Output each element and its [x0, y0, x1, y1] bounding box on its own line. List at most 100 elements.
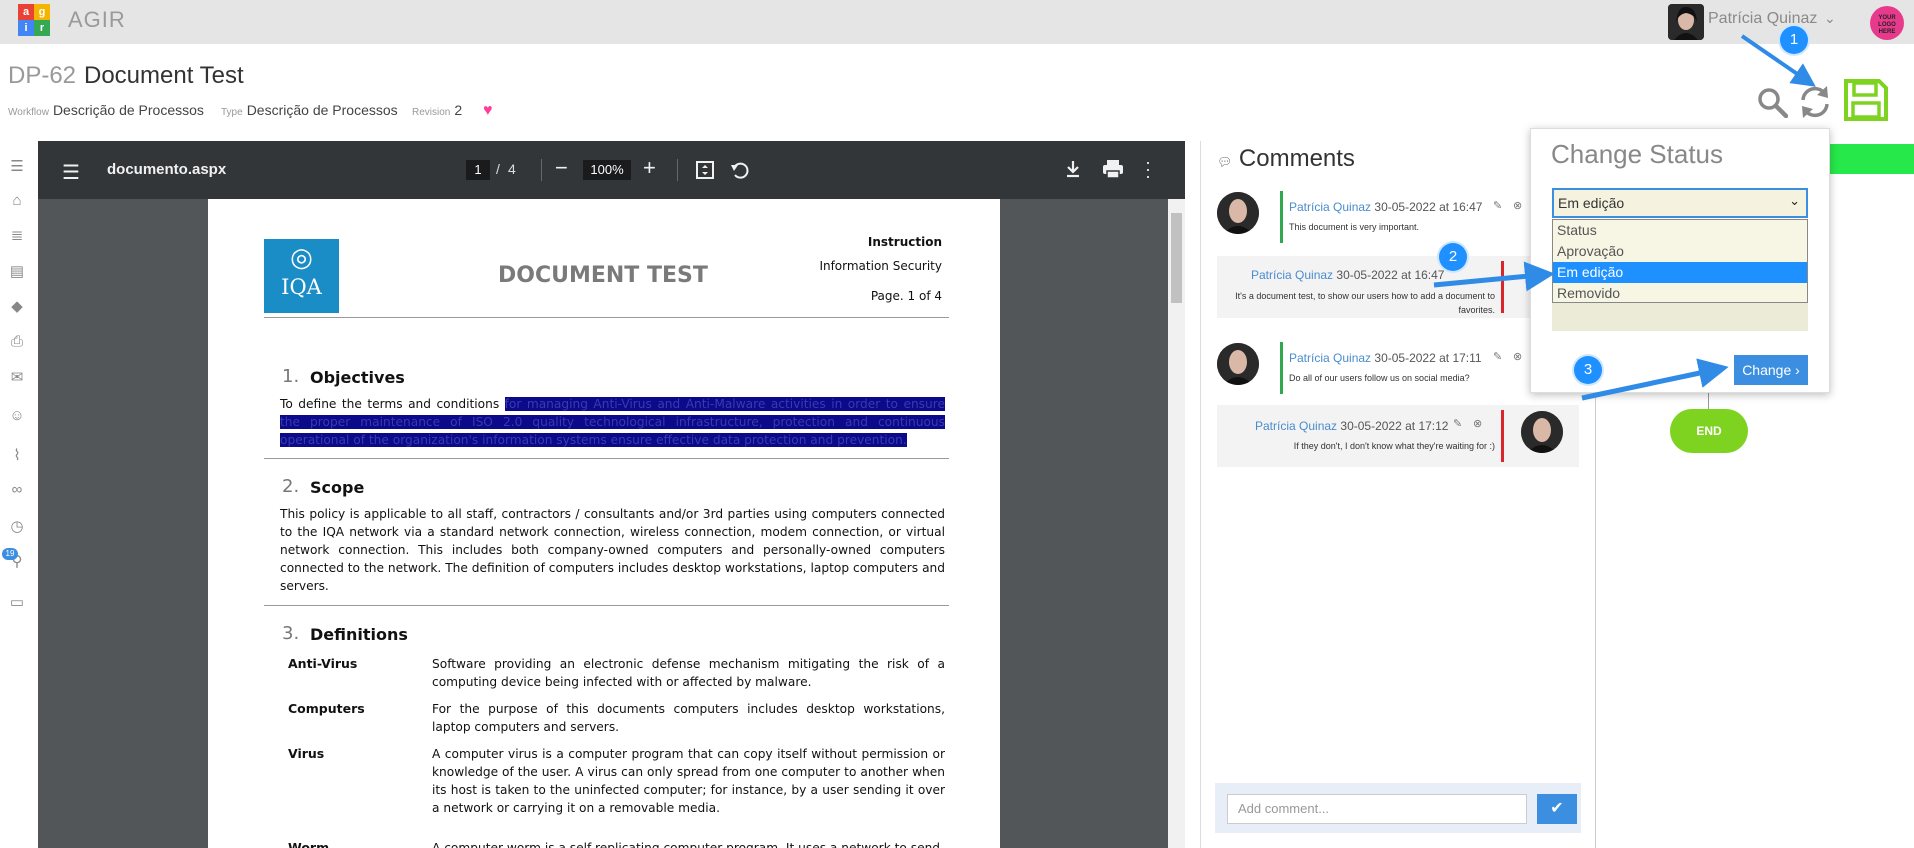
print-icon[interactable]: ⎙ — [9, 334, 25, 350]
comment-flag — [1501, 410, 1504, 462]
document-code: DP-62 — [8, 62, 77, 89]
edit-icon[interactable]: ✎ — [1453, 417, 1462, 430]
status-option[interactable]: Removido — [1553, 283, 1807, 304]
comment-meta: Patrícia Quinaz 30-05-2022 at 16:47 — [1251, 268, 1444, 282]
logo-letter: r — [34, 20, 50, 36]
status-options-list: Status Aprovação Em edição Removido — [1552, 219, 1808, 303]
comment-item: Patrícia Quinaz 30-05-2022 at 16:47 It's… — [1217, 256, 1579, 318]
objectives-text: To define the terms and conditions for m… — [280, 395, 945, 449]
header-page: Page. 1 of 4 — [870, 289, 942, 303]
delete-icon[interactable]: ⊗ — [1513, 199, 1522, 212]
edit-icon[interactable]: ✎ — [1493, 199, 1502, 212]
delete-icon[interactable]: ⊗ — [1513, 350, 1522, 363]
comment-input-area: Add comment... ✔ — [1215, 783, 1581, 833]
definition-term: Computers — [288, 701, 365, 716]
toolbar-divider — [541, 159, 542, 181]
chevron-down-icon: ⌄ — [1789, 193, 1800, 208]
logo-letter: g — [34, 4, 50, 20]
user-menu[interactable]: Patrícia Quinaz — [1708, 10, 1817, 28]
page-number-input[interactable]: 1 — [466, 160, 490, 180]
section-number: 2. — [282, 476, 300, 497]
viewer-scrollbar[interactable] — [1168, 199, 1185, 848]
comment-date: 30-05-2022 at 17:12 — [1340, 419, 1449, 433]
comment-author[interactable]: Patrícia Quinaz — [1289, 200, 1371, 214]
favorite-heart-icon[interactable]: ♥ — [483, 102, 493, 120]
zoom-in-icon[interactable]: + — [643, 155, 656, 181]
toolbar-divider — [677, 159, 678, 181]
comment-avatar — [1217, 343, 1259, 385]
change-button-label: Change — [1742, 362, 1792, 378]
add-comment-input[interactable]: Add comment... — [1227, 794, 1527, 824]
comment-author[interactable]: Patrícia Quinaz — [1255, 419, 1337, 433]
revision-label: Revision — [412, 107, 451, 118]
comment-date: 30-05-2022 at 16:47 — [1374, 200, 1483, 214]
type-label: Type — [221, 107, 243, 118]
zoom-out-icon[interactable]: − — [555, 155, 568, 181]
definition-text: For the purpose of this documents comput… — [432, 702, 945, 734]
refresh-icon[interactable] — [1797, 84, 1833, 120]
rotate-icon[interactable] — [729, 159, 751, 186]
comment-author[interactable]: Patrícia Quinaz — [1289, 351, 1371, 365]
scrollbar-thumb[interactable] — [1171, 213, 1182, 303]
list-icon[interactable]: ≣ — [9, 228, 25, 244]
more-options-icon[interactable]: · · · — [1144, 153, 1152, 185]
viewer-filename: documento.aspx — [107, 161, 227, 178]
logo-letter: i — [18, 20, 34, 36]
attachment-icon[interactable]: ⌇ — [9, 448, 25, 464]
header-category: Information Security — [819, 259, 942, 273]
download-icon[interactable] — [1063, 159, 1083, 184]
comment-avatar — [1217, 192, 1259, 234]
comment-author[interactable]: Patrícia Quinaz — [1251, 268, 1333, 282]
status-select[interactable]: Em edição ⌄ — [1552, 188, 1808, 218]
mail-icon[interactable]: ✉ — [9, 370, 25, 386]
section-number: 1. — [282, 366, 300, 387]
user-avatar[interactable] — [1668, 4, 1704, 40]
fit-page-icon[interactable] — [695, 160, 715, 185]
comment-date: 30-05-2022 at 17:11 — [1374, 351, 1482, 365]
annotation-badge-3: 3 — [1574, 356, 1602, 384]
workflow-label: Workflow — [8, 107, 49, 118]
home-icon[interactable]: ⌂ — [9, 193, 25, 209]
status-note-area[interactable] — [1552, 303, 1808, 331]
comment-meta: Patrícia Quinaz 30-05-2022 at 17:12 — [1255, 419, 1448, 433]
clock-icon[interactable]: ◷ — [9, 519, 25, 535]
print-icon[interactable] — [1102, 159, 1124, 184]
document-icon[interactable]: ▤ — [9, 264, 25, 280]
tag-icon[interactable]: ◆ — [9, 299, 25, 315]
zoom-level-input[interactable]: 100% — [583, 160, 631, 180]
status-selected-value: Em edição — [1558, 195, 1625, 211]
comment-flag — [1280, 342, 1283, 394]
status-option-selected[interactable]: Em edição — [1553, 262, 1807, 283]
header-instruction: Instruction — [867, 235, 942, 249]
archive-icon[interactable]: ▭ — [9, 595, 25, 611]
section-number: 3. — [282, 623, 300, 644]
comment-item: Patrícia Quinaz 30-05-2022 at 16:47 ✎ ⊗ … — [1217, 186, 1579, 248]
hamburger-menu-icon[interactable]: ☰ — [62, 160, 80, 185]
comment-flag — [1501, 261, 1504, 313]
check-icon: ✔ — [1550, 800, 1564, 817]
status-option[interactable]: Aprovação — [1553, 241, 1807, 262]
change-button[interactable]: Change › — [1734, 355, 1808, 385]
link-icon[interactable]: ∞ — [9, 482, 25, 498]
delete-icon[interactable]: ⊗ — [1473, 417, 1482, 430]
definition-term: Anti-Virus — [288, 656, 358, 671]
workflow-end-node[interactable]: END — [1670, 409, 1748, 453]
comment-meta: Patrícia Quinaz 30-05-2022 at 16:47 — [1289, 200, 1482, 214]
iqa-logo-text: IQA — [281, 275, 322, 299]
submit-comment-button[interactable]: ✔ — [1537, 794, 1577, 824]
chevron-down-icon[interactable]: ⌄ — [1824, 10, 1836, 27]
status-option[interactable]: Status — [1553, 220, 1807, 241]
comment-text: This document is very important. — [1289, 222, 1420, 232]
revision-meta: Revision 2 — [412, 102, 462, 118]
search-icon[interactable] — [1756, 86, 1789, 119]
save-icon[interactable] — [1843, 78, 1889, 122]
definition-text: A computer virus is a computer program t… — [432, 747, 945, 815]
comment-item: Patrícia Quinaz 30-05-2022 at 17:12 ✎ ⊗ … — [1217, 405, 1579, 467]
section-title: Definitions — [310, 625, 408, 644]
annotation-badge-2: 2 — [1439, 243, 1467, 271]
app-logo[interactable]: a g i r — [18, 4, 52, 38]
edit-icon[interactable]: ✎ — [1493, 350, 1502, 363]
users-icon[interactable]: ☺ — [9, 408, 25, 424]
objectives-text-plain: To define the terms and conditions — [280, 397, 505, 411]
menu-icon[interactable]: ☰ — [9, 159, 25, 175]
